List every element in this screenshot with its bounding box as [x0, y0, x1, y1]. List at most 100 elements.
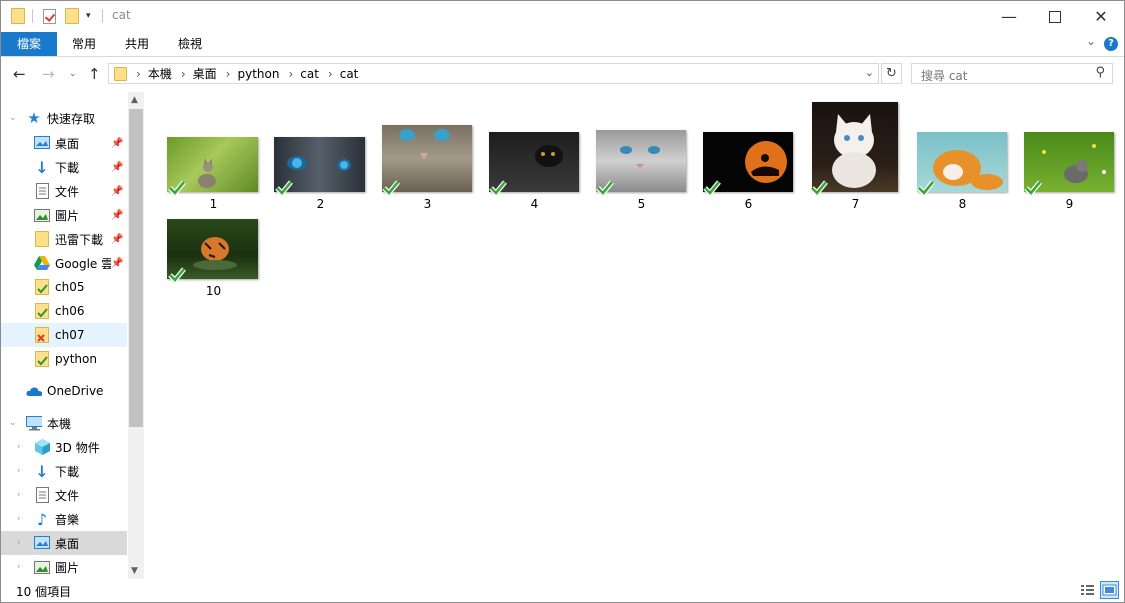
file-name: 6 [744, 197, 753, 211]
nav-qa-python[interactable]: python [1, 347, 127, 371]
file-list[interactable]: 1 2 3 4 5 6 7 8 9 10 [147, 92, 1124, 579]
nav-qa-pictures[interactable]: 圖片 📌 [1, 203, 127, 227]
collapse-icon[interactable]: ⌄ [9, 418, 17, 428]
expand-icon[interactable]: › [17, 442, 21, 452]
search-input[interactable]: 搜尋 cat ⚲ [911, 63, 1113, 84]
sync-check-icon [703, 180, 721, 195]
nav-this-pc[interactable]: ⌄ 本機 [1, 411, 127, 435]
nav-label: 文件 [55, 184, 80, 199]
scrollbar-thumb[interactable] [129, 109, 143, 427]
chevron-right-icon[interactable]: › [328, 67, 333, 81]
close-button[interactable]: ✕ [1078, 1, 1124, 32]
nav-label: 圖片 [55, 560, 80, 575]
onedrive-icon [26, 383, 42, 399]
synced-folder-icon [34, 303, 50, 319]
nav-label: 圖片 [55, 208, 80, 223]
nav-quick-access[interactable]: ⌄ ★ 快速存取 [1, 106, 127, 130]
chevron-right-icon[interactable]: › [181, 67, 186, 81]
folder-icon[interactable] [11, 7, 25, 25]
chevron-right-icon[interactable]: › [226, 67, 231, 81]
properties-icon[interactable] [43, 7, 56, 25]
breadcrumb-this-pc[interactable]: 本機 [148, 65, 172, 82]
large-icons-view-button[interactable] [1100, 581, 1119, 599]
breadcrumb-python[interactable]: python [237, 67, 279, 81]
nav-label: Google 雲 [55, 256, 111, 271]
breadcrumb-cat-current[interactable]: cat [340, 67, 359, 81]
nav-qa-google-drive[interactable]: Google 雲 📌 [1, 251, 127, 275]
tab-share[interactable]: 共用 [112, 32, 162, 56]
pin-icon[interactable]: 📌 [111, 258, 123, 269]
expand-icon[interactable]: › [17, 490, 21, 500]
up-icon[interactable]: ↑ [88, 65, 101, 83]
scroll-down-icon[interactable]: ▼ [131, 566, 138, 576]
expand-ribbon-icon[interactable]: ⌄ [1086, 34, 1096, 48]
expand-icon[interactable]: › [17, 562, 21, 572]
chevron-down-icon[interactable]: ⌄ [865, 66, 874, 79]
maximize-button[interactable] [1032, 1, 1078, 32]
breadcrumb-cat[interactable]: cat [300, 67, 319, 81]
nav-pc-desktop[interactable]: › 桌面 [1, 531, 127, 555]
details-view-icon [1081, 585, 1094, 595]
nav-scrollbar[interactable]: ▲ ▼ [128, 92, 144, 579]
help-icon[interactable]: ? [1104, 37, 1118, 51]
tab-file[interactable]: 檔案 [1, 32, 57, 56]
ribbon-tabs: 檔案 常用 共用 檢視 ⌄ ? [1, 32, 1124, 57]
nav-qa-thunder[interactable]: 迅雷下載 📌 [1, 227, 127, 251]
nav-label: OneDrive [47, 384, 104, 398]
pin-icon[interactable]: 📌 [111, 162, 123, 173]
nav-qa-ch05[interactable]: ch05 [1, 275, 127, 299]
item-count: 10 個項目 [16, 585, 72, 599]
navigation-pane[interactable]: ⌄ ★ 快速存取 桌面 📌 ↓ 下載 📌 文件 📌 圖片 📌 迅雷下載 📌 Go… [1, 92, 144, 579]
expand-icon[interactable]: › [17, 514, 21, 524]
sync-check-icon [275, 180, 293, 195]
nav-qa-downloads[interactable]: ↓ 下載 📌 [1, 155, 127, 179]
pin-icon[interactable]: 📌 [111, 138, 123, 149]
forward-icon[interactable]: → [42, 65, 55, 83]
sync-check-icon [810, 180, 828, 195]
back-icon[interactable]: ← [13, 65, 26, 83]
recent-locations-icon[interactable]: ⌄ [69, 69, 77, 79]
pin-icon[interactable]: 📌 [111, 234, 123, 245]
expand-icon[interactable]: › [17, 466, 21, 476]
nav-qa-ch07[interactable]: ch07 [1, 323, 127, 347]
file-name: 5 [637, 197, 646, 211]
computer-icon [26, 415, 42, 431]
nav-label: 迅雷下載 [55, 232, 104, 247]
pin-icon[interactable]: 📌 [111, 210, 123, 221]
chevron-right-icon[interactable]: › [288, 67, 293, 81]
file-name: 2 [316, 197, 325, 211]
nav-qa-documents[interactable]: 文件 📌 [1, 179, 127, 203]
nav-pc-music[interactable]: › ♪ 音樂 [1, 507, 127, 531]
nav-qa-desktop[interactable]: 桌面 📌 [1, 131, 127, 155]
status-bar: 10 個項目 [1, 579, 1124, 602]
chevron-right-icon[interactable]: › [136, 67, 141, 81]
nav-label: 下載 [55, 160, 80, 175]
customize-toolbar-icon[interactable]: ▾ [86, 7, 91, 25]
nav-pc-documents[interactable]: › 文件 [1, 483, 127, 507]
collapse-icon[interactable]: ⌄ [9, 113, 17, 123]
minimize-button[interactable]: — [986, 1, 1032, 32]
scroll-up-icon[interactable]: ▲ [131, 95, 138, 105]
pin-icon[interactable]: 📌 [111, 186, 123, 197]
tab-view[interactable]: 檢視 [165, 32, 215, 56]
nav-pc-downloads[interactable]: › ↓ 下載 [1, 459, 127, 483]
details-view-button[interactable] [1078, 581, 1097, 599]
nav-pc-3d-objects[interactable]: › 3D 物件 [1, 435, 127, 459]
address-bar[interactable]: › 本機 › 桌面 › python › cat › cat ⌄ [108, 63, 879, 84]
nav-onedrive[interactable]: OneDrive [1, 379, 127, 403]
refresh-button[interactable]: ↻ [881, 63, 902, 84]
new-folder-icon[interactable] [65, 7, 79, 25]
file-name: 3 [423, 197, 432, 211]
nav-label: 快速存取 [47, 111, 96, 126]
sync-check-icon [168, 267, 186, 282]
nav-label: 桌面 [55, 136, 80, 151]
expand-icon[interactable]: › [17, 538, 21, 548]
nav-qa-ch06[interactable]: ch06 [1, 299, 127, 323]
breadcrumb-desktop[interactable]: 桌面 [193, 65, 217, 82]
file-name: 7 [851, 197, 860, 211]
tab-home[interactable]: 常用 [59, 32, 109, 56]
nav-label: 桌面 [55, 536, 80, 551]
nav-pc-pictures[interactable]: › 圖片 [1, 555, 127, 579]
sync-error-folder-icon [34, 327, 50, 343]
folder-icon [34, 231, 50, 247]
